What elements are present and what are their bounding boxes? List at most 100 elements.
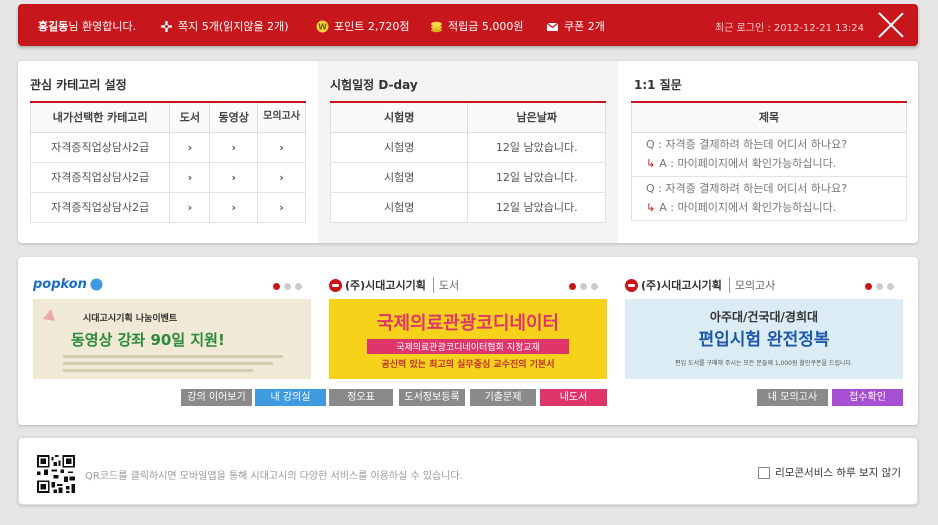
remaining-days: 12일 남았습니다. bbox=[467, 131, 606, 163]
category-panel: 관심 카테고리 설정 내가선택한 카테고리 도서 동영상 모의고사 자격증직업상… bbox=[18, 61, 318, 243]
book-arrow[interactable]: › bbox=[169, 191, 211, 223]
point-link[interactable]: W 포인트 2,720점 bbox=[316, 18, 409, 34]
qna-title: 1:1 질문 bbox=[634, 78, 682, 92]
table-row: 자격증직업상담사2급 › › › bbox=[29, 191, 306, 223]
question-text: Q : 자격증 결제하려 하는데 어디서 하나요? bbox=[646, 138, 848, 151]
reserve-label: 적립금 5,000원 bbox=[448, 20, 524, 33]
qna-panel: 1:1 질문 제목 Q : 자격증 결제하려 하는데 어디서 하나요? ↳ A :… bbox=[618, 61, 918, 243]
col-subject: 제목 bbox=[631, 101, 907, 133]
book-banner-column: (주)시대고시기획 도서 국제의료관광코디네이터 국제의료관광코디네이터협회 지… bbox=[329, 257, 609, 425]
book-brand-name: (주)시대고시기획 bbox=[345, 279, 426, 292]
mock-line2: 편입시험 완전정복 bbox=[698, 329, 829, 350]
reply-arrow-icon: ↳ bbox=[646, 157, 656, 170]
category-name: 자격증직업상담사2급 bbox=[29, 161, 171, 193]
table-row: 시험명 12일 남았습니다. bbox=[329, 161, 606, 193]
video-arrow[interactable]: › bbox=[209, 161, 259, 193]
mock-arrow[interactable]: › bbox=[257, 191, 306, 223]
mock-line1: 아주대/건국대/경희대 bbox=[710, 309, 818, 324]
hide-today-label: 리모콘서비스 하루 보지 않기 bbox=[775, 467, 901, 479]
coin-stack-icon bbox=[431, 21, 442, 32]
reserve-link[interactable]: 적립금 5,000원 bbox=[430, 18, 523, 34]
table-row[interactable]: Q : 자격증 결제하려 하는데 어디서 하나요? ↳ A : 마이페이지에서 확… bbox=[631, 175, 907, 221]
book-brand: (주)시대고시기획 도서 bbox=[329, 277, 459, 293]
book-arrow[interactable]: › bbox=[169, 161, 211, 193]
popkon-line2: 동영상 강좌 90일 지원! bbox=[71, 331, 225, 349]
category-table: 내가선택한 카테고리 도서 동영상 모의고사 자격증직업상담사2급 › › › … bbox=[29, 101, 306, 223]
dday-table: 시험명 남은날짜 시험명 12일 남았습니다. 시험명 12일 남았습니다. 시… bbox=[329, 101, 606, 223]
book-register-button[interactable]: 도서정보등록 bbox=[399, 389, 465, 406]
mock-arrow[interactable]: › bbox=[257, 131, 306, 163]
table-row: 자격증직업상담사2급 › › › bbox=[29, 161, 306, 193]
my-classroom-button[interactable]: 내 강의실 bbox=[255, 389, 326, 406]
mock-brand-sub: 모의고사 bbox=[728, 277, 775, 293]
book-arrow[interactable]: › bbox=[169, 131, 211, 163]
book-brand-sub: 도서 bbox=[432, 277, 459, 293]
pager-dot[interactable] bbox=[580, 283, 587, 290]
point-label: 포인트 2,720점 bbox=[334, 20, 410, 33]
hide-today-checkbox[interactable] bbox=[758, 466, 771, 479]
pager-dot[interactable] bbox=[591, 283, 598, 290]
errata-button[interactable]: 정오표 bbox=[329, 389, 393, 406]
coupon-link[interactable]: 쿠폰 2개 bbox=[546, 18, 605, 34]
mock-arrow[interactable]: › bbox=[257, 161, 306, 193]
notes-link[interactable]: 쪽지 5개(읽지않을 2개) bbox=[160, 18, 289, 34]
pager-dot[interactable] bbox=[284, 283, 291, 290]
past-exam-button[interactable]: 기출문제 bbox=[470, 389, 536, 406]
qna-item[interactable]: Q : 자격증 결제하려 하는데 어디서 하나요? ↳ A : 마이페이지에서 확… bbox=[631, 175, 907, 221]
col-category: 내가선택한 카테고리 bbox=[29, 101, 171, 133]
video-arrow[interactable]: › bbox=[209, 191, 259, 223]
pager-dot[interactable] bbox=[865, 283, 872, 290]
mock-banner-column: (주)시대고시기획 모의고사 아주대/건국대/경희대 편입시험 완전정복 편입 … bbox=[625, 257, 905, 425]
exam-name: 시험명 bbox=[329, 131, 469, 163]
book-line3: 공신력 있는 최고의 실무중심 교수진의 기본서 bbox=[382, 358, 555, 370]
hide-today-option[interactable]: 리모콘서비스 하루 보지 않기 bbox=[758, 465, 901, 480]
pager-dot[interactable] bbox=[273, 283, 280, 290]
col-book: 도서 bbox=[169, 101, 211, 133]
qr-description: QR코드를 클릭하시면 모바일앱을 통해 시대고시의 다양한 서비스를 이용하실… bbox=[85, 471, 463, 482]
popkon-line1: 시대고시기획 나눔이벤트 bbox=[83, 312, 178, 324]
category-title: 관심 카테고리 설정 bbox=[30, 78, 127, 92]
book-line2: 국제의료관광코디네이터협회 지정교재 bbox=[396, 341, 540, 353]
greeting: 홍길동님 환영합니다. bbox=[38, 18, 136, 34]
qr-code-icon[interactable] bbox=[37, 455, 75, 493]
my-mock-exam-button[interactable]: 내 모의고사 bbox=[757, 389, 828, 406]
coupon-label: 쿠폰 2개 bbox=[564, 20, 605, 33]
popkon-banner-image[interactable]: 시대고시기획 나눔이벤트 동영상 강좌 90일 지원! bbox=[33, 299, 311, 379]
bottom-bar: QR코드를 클릭하시면 모바일앱을 통해 시대고시의 다양한 서비스를 이용하실… bbox=[18, 437, 918, 505]
pager-dot[interactable] bbox=[887, 283, 894, 290]
answer-line: ↳ A : 마이페이지에서 확인가능하십니다. bbox=[646, 154, 906, 173]
col-exam: 시험명 bbox=[329, 101, 469, 133]
resume-lecture-button[interactable]: 강의 이어보기 bbox=[181, 389, 252, 406]
video-arrow[interactable]: › bbox=[209, 131, 259, 163]
answer-line: ↳ A : 마이페이지에서 확인가능하십니다. bbox=[646, 198, 906, 217]
mock-line3: 편입 도서를 구매해 주시는 모든 분들께 1,000원 할인쿠폰을 드립니다. bbox=[675, 359, 853, 367]
popkon-badge-icon bbox=[90, 278, 103, 291]
book-banner-image[interactable]: 국제의료관광코디네이터 국제의료관광코디네이터협회 지정교재 공신력 있는 최고… bbox=[329, 299, 607, 379]
category-name: 자격증직업상담사2급 bbox=[29, 131, 171, 163]
close-button[interactable] bbox=[876, 10, 906, 40]
col-mock: 모의고사 bbox=[257, 101, 306, 133]
pager-dot[interactable] bbox=[295, 283, 302, 290]
col-remaining: 남은날짜 bbox=[467, 101, 606, 133]
mock-pager bbox=[865, 283, 894, 290]
mock-brand: (주)시대고시기획 모의고사 bbox=[625, 277, 775, 293]
table-row: 시험명 12일 남았습니다. bbox=[329, 131, 606, 163]
check-application-button[interactable]: 접수확인 bbox=[832, 389, 903, 406]
pager-dot[interactable] bbox=[569, 283, 576, 290]
remaining-days: 12일 남았습니다. bbox=[467, 191, 606, 223]
table-row[interactable]: Q : 자격증 결제하려 하는데 어디서 하나요? ↳ A : 마이페이지에서 확… bbox=[631, 131, 907, 177]
category-name: 자격증직업상담사2급 bbox=[29, 191, 171, 223]
qna-item[interactable]: Q : 자격증 결제하려 하는데 어디서 하나요? ↳ A : 마이페이지에서 확… bbox=[631, 131, 907, 177]
mock-banner-image[interactable]: 아주대/건국대/경희대 편입시험 완전정복 편입 도서를 구매해 주시는 모든 … bbox=[625, 299, 903, 379]
note-icon bbox=[161, 20, 172, 32]
point-icon: W bbox=[316, 20, 329, 32]
mock-banner-art: 아주대/건국대/경희대 편입시험 완전정복 편입 도서를 구매해 주시는 모든 … bbox=[625, 299, 903, 379]
sidae-logo-icon bbox=[329, 278, 342, 292]
popkon-pager bbox=[273, 283, 302, 290]
answer-text: A : 마이페이지에서 확인가능하십니다. bbox=[659, 201, 837, 214]
sidae-logo-icon bbox=[625, 278, 638, 292]
popkon-brand: popkon bbox=[33, 277, 103, 292]
my-books-button[interactable]: 내도서 bbox=[540, 389, 607, 406]
pager-dot[interactable] bbox=[876, 283, 883, 290]
svg-text:W: W bbox=[318, 22, 327, 31]
